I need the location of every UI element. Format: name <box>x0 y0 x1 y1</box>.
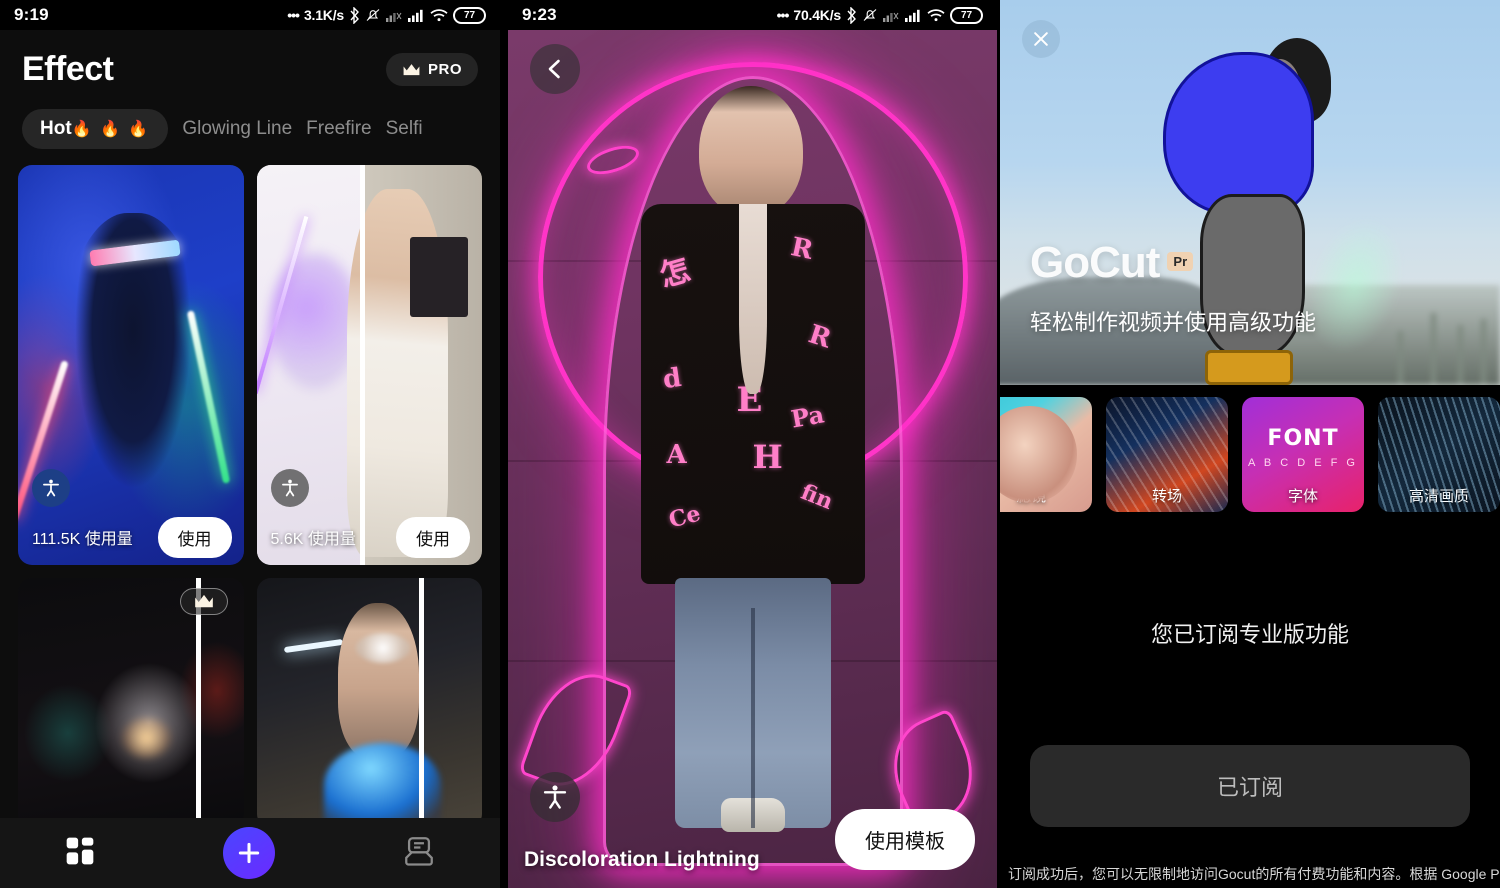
effect-card[interactable]: 111.5K 使用量 使用 <box>18 165 244 565</box>
accessibility-icon[interactable] <box>530 772 580 822</box>
category-tabs: Hot🔥 🔥 🔥 Glowing Line Freefire Selfi <box>0 89 500 149</box>
use-button[interactable]: 使用 <box>396 516 470 558</box>
font-sample-small: A B C D E F G <box>1248 457 1358 469</box>
panel-subscription: GoCut Pr 轻松制作视频并使用高级功能 滤镜 转场 FONT A B C … <box>1000 0 1500 888</box>
hero-tagline: 轻松制作视频并使用高级功能 <box>1030 310 1317 335</box>
pr-badge: Pr <box>1167 252 1194 271</box>
subscription-page: GoCut Pr 轻松制作视频并使用高级功能 滤镜 转场 FONT A B C … <box>1000 0 1500 888</box>
tab-hot-label: Hot <box>40 118 72 139</box>
subject-figure: 怎 R E H d A R Pa fin Ce <box>623 80 883 856</box>
mute-bell-icon <box>366 9 380 21</box>
wifi-icon <box>927 9 945 22</box>
ellipsis-icon: ••• <box>776 7 790 23</box>
subscription-status: 您已订阅专业版功能 <box>1150 622 1349 647</box>
logo-text: GoCut <box>1030 238 1160 287</box>
feature-label: 滤镜 <box>1015 488 1046 505</box>
battery-icon: 77 <box>453 6 486 24</box>
signal-weak-icon <box>883 12 899 22</box>
fire-icon: 🔥 🔥 🔥 <box>71 121 151 138</box>
close-button[interactable] <box>1022 20 1060 58</box>
hero-banner: GoCut Pr 轻松制作视频并使用高级功能 <box>1000 0 1500 385</box>
use-button[interactable]: 使用 <box>157 516 232 558</box>
bluetooth-icon <box>847 6 856 24</box>
network-speed: 3.1K/s <box>303 7 344 23</box>
tab-hot[interactable]: Hot🔥 🔥 🔥 <box>22 109 169 149</box>
use-template-button[interactable]: 使用模板 <box>835 809 975 870</box>
chevron-left-icon <box>548 59 560 79</box>
usage-count: 5.6K 使用量 <box>270 531 356 548</box>
tab-glowing-line[interactable]: Glowing Line <box>182 109 292 149</box>
status-bar-2: 9:23 ••• 70.4K/s 77 <box>508 0 997 30</box>
effect-card-footer: 5.6K 使用量 使用 <box>257 509 483 565</box>
tab-freefire[interactable]: Freefire <box>306 109 371 149</box>
feature-label: 高清画质 <box>1408 488 1469 505</box>
preview-video[interactable]: 怎 R E H d A R Pa fin Ce Discoloration Li… <box>508 30 997 888</box>
subscription-terms: 订阅成功后，您可以无限制地访问Gocut的所有付费功能和内容。根据 Google… <box>1008 866 1500 882</box>
pro-button[interactable]: PRO <box>385 53 478 86</box>
crown-icon <box>403 63 420 75</box>
mute-bell-icon <box>863 9 877 21</box>
panel-effect-list: 9:19 ••• 3.1K/s 77 Effect PRO Hot🔥 🔥 🔥 G… <box>0 0 500 888</box>
wifi-icon <box>430 9 448 22</box>
back-button[interactable] <box>530 44 580 94</box>
page-title: Effect <box>22 50 114 88</box>
network-speed: 70.4K/s <box>793 7 841 23</box>
bluetooth-icon <box>350 6 359 24</box>
close-icon <box>1034 32 1048 46</box>
feature-card-transition[interactable]: 转场 <box>1106 397 1228 512</box>
usage-count: 111.5K 使用量 <box>32 531 133 548</box>
status-icons: ••• 70.4K/s 77 <box>776 6 983 24</box>
effect-thumbnail <box>256 578 482 828</box>
panel-divider <box>500 0 508 888</box>
effect-title: Discoloration Lightning <box>524 848 760 871</box>
feature-carousel[interactable]: 滤镜 转场 FONT A B C D E F G 字体 高清画质 访问所 <box>1000 385 1500 512</box>
accessibility-icon <box>270 469 309 507</box>
subscribed-button[interactable]: 已订阅 <box>1030 745 1470 827</box>
app-logo: GoCut Pr <box>1030 238 1194 288</box>
tab-selfi[interactable]: Selfi <box>386 109 423 149</box>
accessibility-icon <box>32 469 70 507</box>
effect-thumbnail <box>18 578 244 828</box>
effect-card[interactable] <box>18 578 244 828</box>
create-icon[interactable] <box>222 827 275 879</box>
templates-icon[interactable] <box>64 835 96 872</box>
effect-card[interactable] <box>256 578 482 828</box>
screenshot-stage: 9:19 ••• 3.1K/s 77 Effect PRO Hot🔥 🔥 🔥 G… <box>0 0 1500 888</box>
feature-card-font[interactable]: FONT A B C D E F G 字体 <box>1242 397 1364 512</box>
ellipsis-icon: ••• <box>287 7 300 23</box>
status-bar-1: 9:19 ••• 3.1K/s 77 <box>0 0 500 30</box>
effect-card-footer: 111.5K 使用量 使用 <box>18 509 244 565</box>
feature-card-filter[interactable]: 滤镜 <box>1000 397 1092 512</box>
feature-label: 转场 <box>1151 488 1182 505</box>
signal-weak-icon <box>386 12 402 22</box>
effect-header: Effect PRO <box>0 30 500 89</box>
font-sample-big: FONT <box>1267 426 1339 451</box>
signal-icon <box>408 9 423 22</box>
signal-icon <box>905 9 920 22</box>
pro-badge <box>179 588 228 615</box>
effect-card[interactable]: 5.6K 使用量 使用 <box>256 165 483 565</box>
status-time: 9:19 <box>14 5 49 24</box>
bottom-navigation <box>0 818 500 888</box>
effect-grid: 111.5K 使用量 使用 5.6K 使用量 使用 <box>0 149 500 828</box>
feature-label: 字体 <box>1287 488 1318 505</box>
panel-effect-preview: 9:23 ••• 70.4K/s 77 怎 R E H d A R Pa fin… <box>508 0 997 888</box>
inbox-icon[interactable] <box>402 834 436 873</box>
pro-label: PRO <box>427 61 462 78</box>
effect-page: Effect PRO Hot🔥 🔥 🔥 Glowing Line Freefir… <box>0 30 500 888</box>
battery-icon: 77 <box>950 6 983 24</box>
feature-card-hd[interactable]: 高清画质 <box>1378 397 1500 512</box>
status-icons: ••• 3.1K/s 77 <box>287 6 486 24</box>
status-time: 9:23 <box>522 5 557 24</box>
